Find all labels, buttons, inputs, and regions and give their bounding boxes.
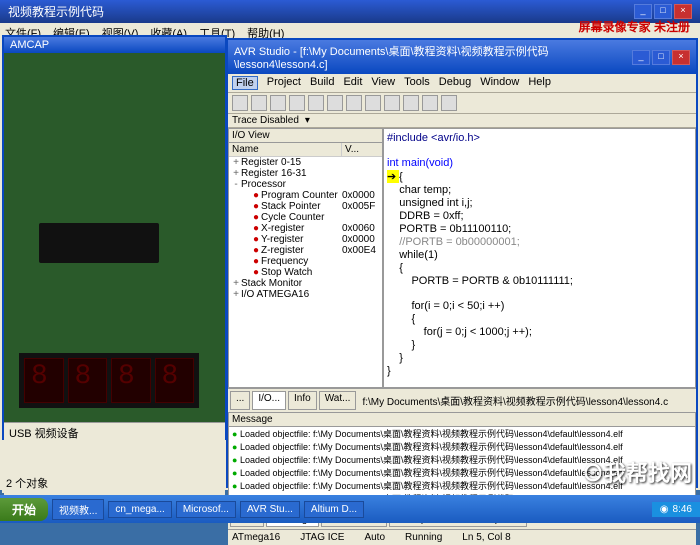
status-device: ATmega16 [232, 532, 280, 543]
open-icon[interactable] [251, 95, 267, 111]
seven-segment-display [19, 353, 199, 408]
tree-item[interactable]: ●Z-register0x00E4 [229, 245, 382, 256]
io-view-title: I/O View [229, 129, 382, 143]
avr-menu-view[interactable]: View [371, 76, 395, 90]
avr-menu-file[interactable]: File [232, 76, 258, 90]
avr-close-button[interactable]: × [672, 50, 690, 65]
tab-watch[interactable]: Wat... [319, 391, 357, 410]
tree-item[interactable]: ●Stack Pointer0x005F [229, 201, 382, 212]
col-name[interactable]: Name [229, 143, 342, 156]
io-view-columns: Name V... [229, 143, 382, 157]
task-5[interactable]: Altium D... [304, 501, 364, 518]
pause-icon[interactable] [365, 95, 381, 111]
avr-statusbar: ATmega16 JTAG ICE Auto Running Ln 5, Col… [228, 529, 696, 545]
run-icon[interactable] [346, 95, 362, 111]
col-value[interactable]: V... [342, 143, 382, 156]
avr-titlebar[interactable]: AVR Studio - [f:\My Documents\桌面\教程资料\视频… [228, 40, 696, 74]
trace-status[interactable]: Trace Disabled [232, 115, 299, 126]
avr-menu-debug[interactable]: Debug [439, 76, 471, 90]
amcap-title-text: AMCAP [10, 39, 49, 51]
paste-icon[interactable] [327, 95, 343, 111]
tree-item[interactable]: ●Program Counter0x0000 [229, 190, 382, 201]
tree-item[interactable]: -Processor [229, 179, 382, 190]
io-tree[interactable]: +Register 0-15+Register 16-31-Processor●… [229, 157, 382, 300]
amcap-video-area [4, 53, 225, 436]
outer-title: 视频教程示例代码 [8, 3, 104, 20]
task-3[interactable]: Microsof... [176, 501, 236, 518]
watermark-logo: ⊙我帮找网 [582, 456, 692, 488]
avr-menu-build[interactable]: Build [310, 76, 334, 90]
explorer-status: 2 个对象 [2, 473, 202, 493]
file-path: f:\My Documents\桌面\教程资料\视频教程示例代码\lesson4… [358, 391, 694, 410]
trace-bar: Trace Disabled ▾ [228, 114, 696, 128]
cut-icon[interactable] [289, 95, 305, 111]
tab-info[interactable]: Info [288, 391, 317, 410]
io-view-panel: I/O View Name V... +Register 0-15+Regist… [228, 128, 383, 388]
clock[interactable]: 8:46 [673, 504, 692, 515]
avr-menu-project[interactable]: Project [267, 76, 301, 90]
windows-taskbar: 开始 视频教... cn_mega... Microsof... AVR Stu… [0, 495, 700, 523]
step-into-icon[interactable] [403, 95, 419, 111]
status-state: Running [405, 532, 442, 543]
message-header: Message [229, 413, 695, 427]
tray-icon[interactable]: ◉ [660, 504, 669, 515]
tab-project[interactable]: ... [230, 391, 250, 410]
avr-maximize-button[interactable]: □ [652, 50, 670, 65]
new-icon[interactable] [232, 95, 248, 111]
trace-dropdown-icon[interactable]: ▾ [305, 115, 310, 126]
avr-menu-window[interactable]: Window [480, 76, 519, 90]
step-over-icon[interactable] [422, 95, 438, 111]
copy-icon[interactable] [308, 95, 324, 111]
avr-menu-edit[interactable]: Edit [343, 76, 362, 90]
close-button[interactable]: × [674, 4, 692, 19]
stop-icon[interactable] [384, 95, 400, 111]
task-2[interactable]: cn_mega... [108, 501, 171, 518]
avr-toolbar [228, 93, 696, 114]
start-button[interactable]: 开始 [0, 498, 48, 521]
recorder-unregistered: 屏幕录像专家 未注册 [579, 18, 690, 35]
avr-menubar: File Project Build Edit View Tools Debug… [228, 74, 696, 93]
save-icon[interactable] [270, 95, 286, 111]
tree-item[interactable]: +I/O ATMEGA16 [229, 289, 382, 300]
tree-item[interactable]: +Register 0-15 [229, 157, 382, 168]
message-line[interactable]: Loaded objectfile: f:\My Documents\桌面\教程… [229, 440, 695, 453]
tree-item[interactable]: +Register 16-31 [229, 168, 382, 179]
avr-minimize-button[interactable]: _ [632, 50, 650, 65]
status-mode: Auto [364, 532, 385, 543]
avr-menu-help[interactable]: Help [528, 76, 551, 90]
maximize-button[interactable]: □ [654, 4, 672, 19]
message-line[interactable]: Loaded objectfile: f:\My Documents\桌面\教程… [229, 427, 695, 440]
status-cursor: Ln 5, Col 8 [462, 532, 510, 543]
tree-item[interactable]: +Stack Monitor [229, 278, 382, 289]
minimize-button[interactable]: _ [634, 4, 652, 19]
amcap-window[interactable]: AMCAP [2, 35, 227, 440]
step-out-icon[interactable] [441, 95, 457, 111]
avr-menu-tools[interactable]: Tools [404, 76, 430, 90]
task-1[interactable]: 视频教... [52, 499, 104, 520]
execution-arrow-icon: ➔ [387, 170, 399, 183]
amcap-titlebar[interactable]: AMCAP [4, 37, 225, 53]
tab-ioview[interactable]: I/O... [252, 391, 286, 410]
mcu-chip [39, 223, 159, 263]
system-tray[interactable]: ◉ 8:46 [652, 502, 700, 517]
avr-studio-window[interactable]: AVR Studio - [f:\My Documents\桌面\教程资料\视频… [226, 38, 698, 488]
tree-item[interactable]: ●Stop Watch [229, 267, 382, 278]
avr-title-text: AVR Studio - [f:\My Documents\桌面\教程资料\视频… [234, 43, 632, 71]
io-view-tabs: ... I/O... Info Wat... f:\My Documents\桌… [228, 388, 696, 412]
task-4[interactable]: AVR Stu... [240, 501, 300, 518]
tree-item[interactable]: ●Frequency [229, 256, 382, 267]
tree-item[interactable]: ●X-register0x0060 [229, 223, 382, 234]
code-editor[interactable]: #include <avr/io.h> int main(void) ➔{ ch… [383, 128, 696, 388]
tree-item[interactable]: ●Y-register0x0000 [229, 234, 382, 245]
tree-item[interactable]: ●Cycle Counter [229, 212, 382, 223]
status-debugger: JTAG ICE [300, 532, 344, 543]
